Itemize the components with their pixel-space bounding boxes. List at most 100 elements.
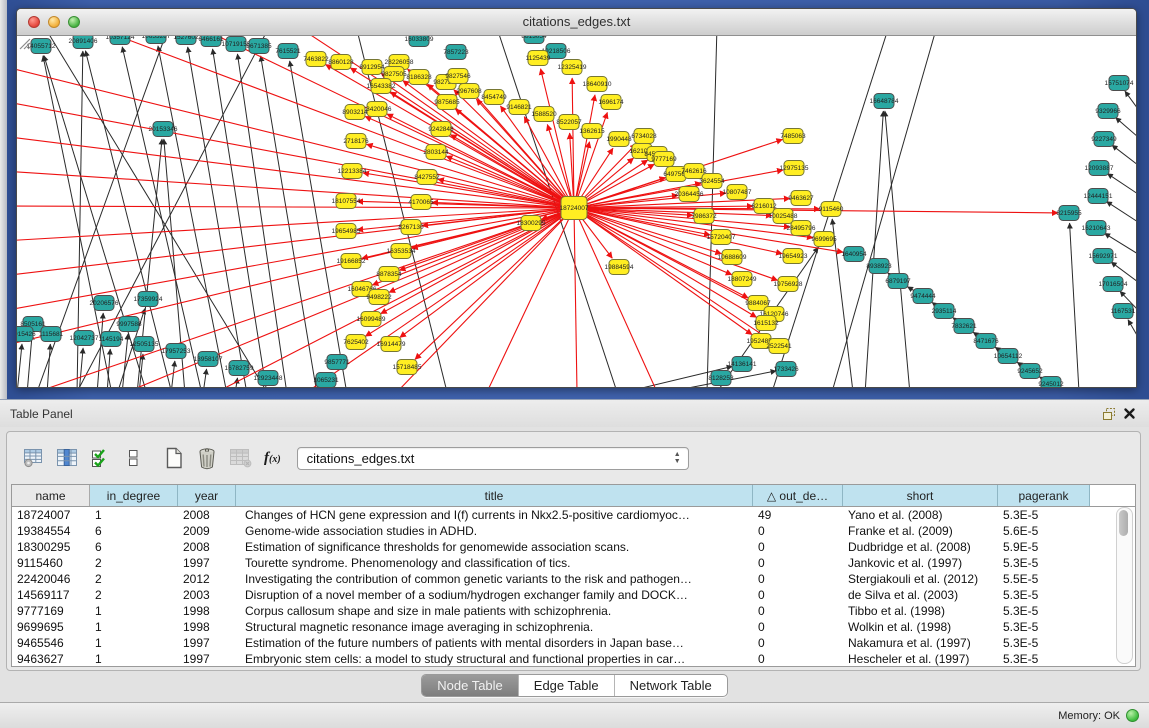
graph-edge[interactable] xyxy=(261,56,317,387)
new-table-icon[interactable] xyxy=(161,445,187,471)
table-row[interactable]: 1938455462009Genome-wide association stu… xyxy=(12,523,1135,539)
table-row[interactable]: 946362711997Embryonic stem cells: a mode… xyxy=(12,651,1135,667)
graph-edge[interactable] xyxy=(574,208,577,387)
table-cell: 2009 xyxy=(178,523,236,539)
table-cell: 2 xyxy=(90,555,178,571)
table-cell: 2012 xyxy=(178,571,236,587)
network-canvas[interactable]: 1405571220891406103571241065328715276026… xyxy=(17,36,1136,387)
graph-edge[interactable] xyxy=(237,54,287,387)
graph-edge[interactable] xyxy=(17,101,574,208)
table-settings-icon[interactable] xyxy=(21,445,47,471)
delete-column-icon[interactable] xyxy=(194,445,220,471)
table-cell: 0 xyxy=(753,539,843,555)
table-cell: 2008 xyxy=(178,539,236,555)
graph-edge[interactable] xyxy=(832,219,853,387)
graph-edge[interactable] xyxy=(17,206,574,208)
network-table-selector[interactable]: citations_edges.txt ▲▼ xyxy=(297,447,689,470)
graph-edge[interactable] xyxy=(47,344,50,387)
graph-edge[interactable] xyxy=(1116,118,1136,137)
graph-edge[interactable] xyxy=(387,114,574,208)
graph-node-label: 18807249 xyxy=(728,276,757,283)
table-cell: 9115460 xyxy=(12,555,90,571)
table-cell: 9465546 xyxy=(12,635,90,651)
window-resize-grip[interactable] xyxy=(17,36,31,50)
column-header-pagerank[interactable]: pagerank xyxy=(998,485,1090,506)
column-header-short[interactable]: short xyxy=(843,485,998,506)
graph-edge[interactable] xyxy=(1107,174,1136,194)
column-header-name[interactable]: name xyxy=(12,485,90,506)
graph-edge[interactable] xyxy=(217,208,574,387)
delete-table-icon[interactable] xyxy=(227,445,253,471)
tab-network-table[interactable]: Network Table xyxy=(615,675,727,696)
table-header-row: namein_degreeyeartitle△ out_de…shortpage… xyxy=(12,485,1135,507)
graph-edge[interactable] xyxy=(1106,201,1136,222)
graph-edge[interactable] xyxy=(1125,91,1136,109)
graph-edge[interactable] xyxy=(188,47,247,387)
network-window-titlebar[interactable]: citations_edges.txt xyxy=(17,9,1136,36)
select-all-icon[interactable] xyxy=(87,445,113,471)
graph-node-label: 8860128 xyxy=(328,59,354,66)
graph-edge[interactable] xyxy=(574,208,657,387)
table-cell: 0 xyxy=(753,603,843,619)
table-row[interactable]: 2242004622012Investigating the contribut… xyxy=(12,571,1135,587)
deselect-all-icon[interactable] xyxy=(120,445,146,471)
table-cell: Structural magnetic resonance image aver… xyxy=(236,619,753,635)
table-panel-title: Table Panel xyxy=(10,407,73,421)
graph-edge[interactable] xyxy=(213,49,267,387)
table-row[interactable]: 1830029562008Estimation of significance … xyxy=(12,539,1135,555)
graph-edge[interactable] xyxy=(400,208,574,337)
graph-edge[interactable] xyxy=(415,208,574,359)
graph-edge[interactable] xyxy=(122,47,202,387)
scrollbar-thumb[interactable] xyxy=(1119,510,1128,536)
tab-node-table[interactable]: Node Table xyxy=(422,675,519,696)
table-row[interactable]: 1872400712008Changes of HCN gene express… xyxy=(12,507,1135,523)
close-panel-icon[interactable] xyxy=(1119,405,1139,423)
graph-node-label: 17957253 xyxy=(162,348,191,355)
graph-node-label: 12042737 xyxy=(70,335,99,342)
table-cell: 22420046 xyxy=(12,571,90,587)
graph-node-label: 8128253 xyxy=(708,375,734,382)
tab-edge-table[interactable]: Edge Table xyxy=(519,675,615,696)
table-row[interactable]: 969969511998Structural magnetic resonanc… xyxy=(12,619,1135,635)
graph-node-label: 1125439 xyxy=(526,55,551,62)
table-cell: Dudbridge et al. (2008) xyxy=(843,539,998,555)
column-display-icon[interactable] xyxy=(54,445,80,471)
table-tab-group: Node TableEdge TableNetwork Table xyxy=(421,674,728,697)
table-cell: 6 xyxy=(90,539,178,555)
table-cell: 5.3E-5 xyxy=(998,619,1090,635)
graph-node-label: 28495796 xyxy=(787,225,816,232)
graph-edge[interactable] xyxy=(367,144,574,208)
graph-node-label: 12444151 xyxy=(1084,193,1113,200)
graph-node-label: 19166852 xyxy=(337,258,366,265)
graph-node-label: 2935114 xyxy=(932,308,957,315)
table-row[interactable]: 977716911998Corpus callosum shape and si… xyxy=(12,603,1135,619)
column-header-year[interactable]: year xyxy=(178,485,236,506)
table-row[interactable]: 946554611997Estimation of the future num… xyxy=(12,635,1135,651)
graph-edge[interactable] xyxy=(203,369,207,387)
table-scrollbar[interactable] xyxy=(1116,507,1133,664)
column-header-title[interactable]: title xyxy=(236,485,753,506)
graph-edge[interactable] xyxy=(885,111,910,387)
float-window-icon[interactable] xyxy=(1099,405,1119,423)
graph-edge[interactable] xyxy=(17,344,22,387)
status-bar: Memory: OK xyxy=(0,702,1149,728)
citation-network-graph[interactable]: 1405571220891406103571241065328715276026… xyxy=(17,36,1136,387)
graph-edge[interactable] xyxy=(865,111,883,387)
column-header-out_de[interactable]: △ out_de… xyxy=(753,485,843,506)
graph-node-label: 15718485 xyxy=(393,364,422,371)
graph-edge[interactable] xyxy=(1112,145,1136,165)
graph-edge[interactable] xyxy=(1128,320,1136,337)
column-header-in_degree[interactable]: in_degree xyxy=(90,485,178,506)
graph-edge[interactable] xyxy=(1070,223,1079,387)
graph-edge[interactable] xyxy=(17,136,574,208)
table-row[interactable]: 1456911722003Disruption of a novel membe… xyxy=(12,587,1135,603)
graph-node-label: 9115460 xyxy=(819,206,844,213)
table-cell: Genome-wide association studies in ADHD. xyxy=(236,523,753,539)
table-cell: 2 xyxy=(90,571,178,587)
table-cell: Hescheler et al. (1997) xyxy=(843,651,998,667)
graph-node-label: 8215955 xyxy=(1056,210,1082,217)
function-builder-icon[interactable]: f(x) xyxy=(264,450,281,467)
network-view-window[interactable]: citations_edges.txt 14055712208914061035… xyxy=(16,8,1137,388)
table-row[interactable]: 911546021997Tourette syndrome. Phenomeno… xyxy=(12,555,1135,571)
table-cell: 1 xyxy=(90,619,178,635)
